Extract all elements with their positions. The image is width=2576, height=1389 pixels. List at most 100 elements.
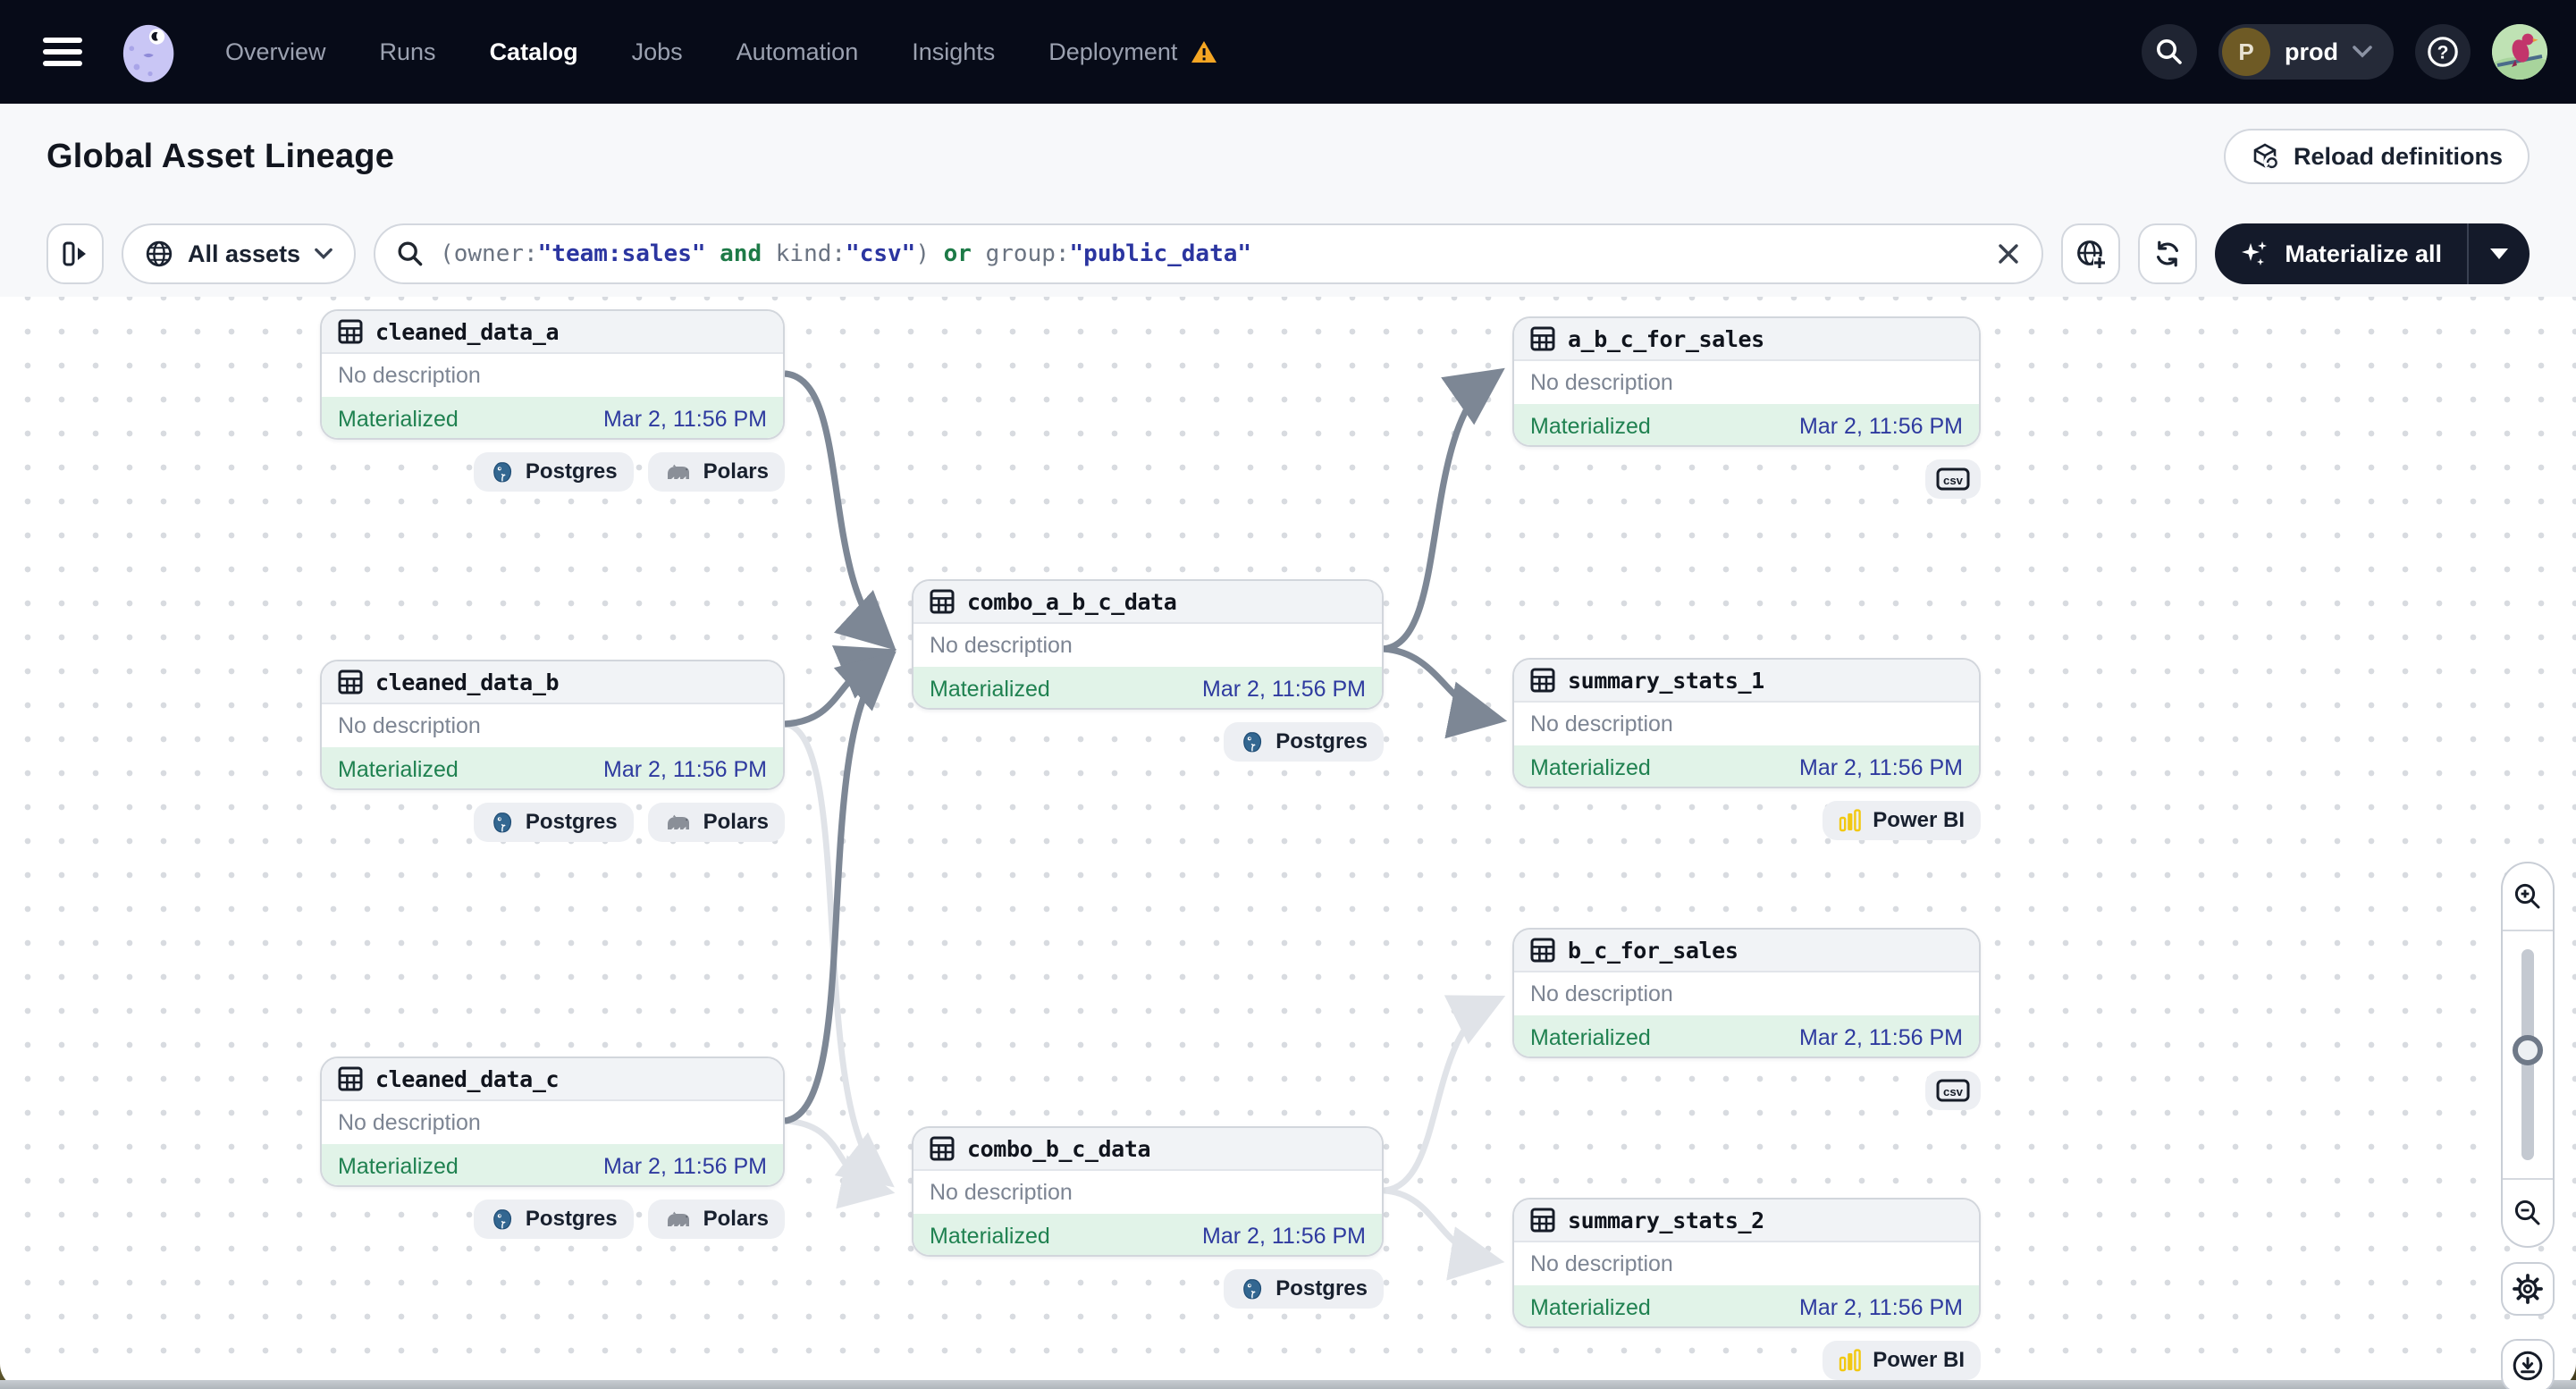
postgres-icon: [1240, 729, 1265, 754]
asset-node-cleaned_data_b[interactable]: cleaned_data_b No description Materialized…: [320, 660, 785, 790]
asset-node-header: cleaned_data_c: [322, 1058, 783, 1101]
materialization-timestamp[interactable]: Mar 2, 11:56 PM: [1799, 1295, 1963, 1321]
tag-label: Polars: [703, 810, 769, 834]
materialization-timestamp[interactable]: Mar 2, 11:56 PM: [1202, 1224, 1366, 1250]
nav-item-label: Overview: [225, 38, 326, 65]
asset-status-row: Materialized Mar 2, 11:56 PM: [1514, 745, 1979, 787]
asset-filter-dropdown[interactable]: All assets: [122, 223, 357, 284]
asset-node-header: combo_b_c_data: [913, 1128, 1382, 1171]
asset-node-cleaned_data_c[interactable]: cleaned_data_c No description Materialized…: [320, 1056, 785, 1187]
asset-node-header: cleaned_data_a: [322, 311, 783, 354]
asset-node-combo_a_b_c_data[interactable]: combo_a_b_c_data No description Materializ…: [912, 579, 1384, 710]
asset-search-input[interactable]: (owner:"team:sales" and kind:"csv") or g…: [374, 223, 2044, 284]
query-segment: group:: [971, 240, 1070, 267]
globe-add-icon[interactable]: [2061, 223, 2121, 284]
table-icon: [338, 1066, 363, 1091]
menu-icon[interactable]: [43, 38, 82, 66]
status-badge: Materialized: [1530, 754, 1651, 780]
environment-switcher[interactable]: P prod: [2218, 24, 2394, 80]
nav-item-catalog[interactable]: Catalog: [490, 38, 578, 66]
asset-status-row: Materialized Mar 2, 11:56 PM: [913, 1214, 1382, 1255]
materialization-timestamp[interactable]: Mar 2, 11:56 PM: [603, 407, 767, 433]
graph-settings-button[interactable]: [2501, 1262, 2555, 1316]
nav-item-overview[interactable]: Overview: [225, 38, 326, 66]
globe-icon: [146, 240, 173, 267]
edge-cleaned_data_b-combo_a_b_c_data: [784, 645, 897, 728]
asset-node-summary_stats_1[interactable]: summary_stats_1 No description Materialize…: [1512, 658, 1981, 788]
materialization-timestamp[interactable]: Mar 2, 11:56 PM: [1202, 677, 1366, 703]
clear-search-icon[interactable]: [1997, 242, 2020, 265]
asset-node-a_b_c_for_sales[interactable]: a_b_c_for_sales No description Materialize…: [1512, 316, 1981, 447]
search-icon[interactable]: [2142, 24, 2197, 80]
asset-node-combo_b_c_data[interactable]: combo_b_c_data No description Materialized…: [912, 1126, 1384, 1257]
zoom-slider-thumb[interactable]: [2513, 1035, 2543, 1065]
tag-postgres[interactable]: Postgres: [1224, 722, 1384, 762]
query-segment: and: [720, 240, 762, 267]
query-segment: "csv": [846, 240, 916, 267]
tag-postgres[interactable]: Postgres: [473, 1200, 634, 1239]
asset-tags-combo_a_b_c_data: Postgres: [912, 722, 1384, 762]
bottom-strip: [0, 1380, 2576, 1389]
materialization-timestamp[interactable]: Mar 2, 11:56 PM: [603, 1154, 767, 1180]
tag-polars[interactable]: Polars: [647, 803, 785, 842]
nav-item-jobs[interactable]: Jobs: [632, 38, 683, 66]
tag-polars[interactable]: Polars: [647, 452, 785, 492]
download-graph-button[interactable]: [2501, 1339, 2555, 1389]
reload-definitions-button[interactable]: Reload definitions: [2223, 129, 2530, 184]
tag-label: Postgres: [525, 810, 618, 834]
tag-label: Postgres: [1275, 1276, 1368, 1301]
status-badge: Materialized: [338, 756, 459, 782]
dagster-logo-icon[interactable]: [122, 21, 179, 82]
tag-powerbi[interactable]: Power BI: [1823, 1341, 1981, 1380]
zoom-out-icon[interactable]: [2503, 1178, 2553, 1246]
materialize-options-caret[interactable]: [2467, 223, 2530, 284]
tag-csv[interactable]: csv: [1925, 1071, 1981, 1110]
materialize-all-button[interactable]: Materialize all: [2215, 223, 2467, 284]
tag-postgres[interactable]: Postgres: [473, 452, 634, 492]
edge-cleaned_data_a-combo_a_b_c_data: [784, 370, 897, 651]
tag-postgres[interactable]: Postgres: [1224, 1269, 1384, 1309]
gear-icon: [2513, 1274, 2543, 1304]
asset-tags-a_b_c_for_sales: csv: [1512, 459, 1981, 499]
query-segment: (owner:: [440, 240, 538, 267]
tag-label: Power BI: [1873, 808, 1965, 832]
materialization-timestamp[interactable]: Mar 2, 11:56 PM: [603, 757, 767, 783]
zoom-slider: [2503, 931, 2553, 1178]
asset-status-row: Materialized Mar 2, 11:56 PM: [1514, 1285, 1979, 1326]
table-icon: [1530, 938, 1555, 963]
query-segment: ): [915, 240, 930, 267]
nav-item-label: Catalog: [489, 38, 578, 65]
nav-item-insights[interactable]: Insights: [912, 38, 995, 66]
help-icon[interactable]: ?: [2415, 24, 2471, 80]
lineage-canvas[interactable]: cleaned_data_a No description Materialized…: [0, 297, 2576, 1389]
asset-status-row: Materialized Mar 2, 11:56 PM: [1514, 404, 1979, 445]
nav-item-automation[interactable]: Automation: [737, 38, 859, 66]
materialization-timestamp[interactable]: Mar 2, 11:56 PM: [1799, 414, 1963, 440]
materialization-timestamp[interactable]: Mar 2, 11:56 PM: [1799, 755, 1963, 781]
asset-name: cleaned_data_b: [375, 669, 560, 695]
csv-icon: csv: [1936, 1079, 1970, 1102]
user-avatar[interactable]: [2492, 24, 2547, 80]
tag-postgres[interactable]: Postgres: [473, 803, 634, 842]
asset-node-b_c_for_sales[interactable]: b_c_for_sales No description Materialized M…: [1512, 928, 1981, 1058]
materialization-timestamp[interactable]: Mar 2, 11:56 PM: [1799, 1025, 1963, 1051]
refresh-icon[interactable]: [2138, 223, 2198, 284]
powerbi-icon: [1839, 809, 1862, 832]
edge-cleaned_data_b-combo_b_c_data: [784, 720, 895, 1188]
zoom-in-icon[interactable]: [2503, 863, 2553, 931]
tag-csv[interactable]: csv: [1925, 459, 1981, 499]
open-panel-icon[interactable]: [46, 223, 104, 284]
nav-item-deployment[interactable]: Deployment: [1048, 38, 1218, 66]
tag-polars[interactable]: Polars: [647, 1200, 785, 1239]
nav-right: P prod ?: [2142, 24, 2547, 80]
nav-item-runs[interactable]: Runs: [380, 38, 436, 66]
asset-node-summary_stats_2[interactable]: summary_stats_2 No description Materialize…: [1512, 1198, 1981, 1328]
query-segment: "public_data": [1069, 240, 1252, 267]
asset-node-cleaned_data_a[interactable]: cleaned_data_a No description Materialized…: [320, 309, 785, 440]
top-nav: Overview Runs Catalog Jobs Automation Insight…: [0, 0, 2576, 104]
asset-filter-label: All assets: [188, 240, 301, 267]
asset-tags-cleaned_data_a: Postgres Polars: [320, 452, 785, 492]
tag-powerbi[interactable]: Power BI: [1823, 801, 1981, 840]
nav-item-label: Automation: [736, 38, 859, 65]
asset-tags-cleaned_data_b: Postgres Polars: [320, 803, 785, 842]
